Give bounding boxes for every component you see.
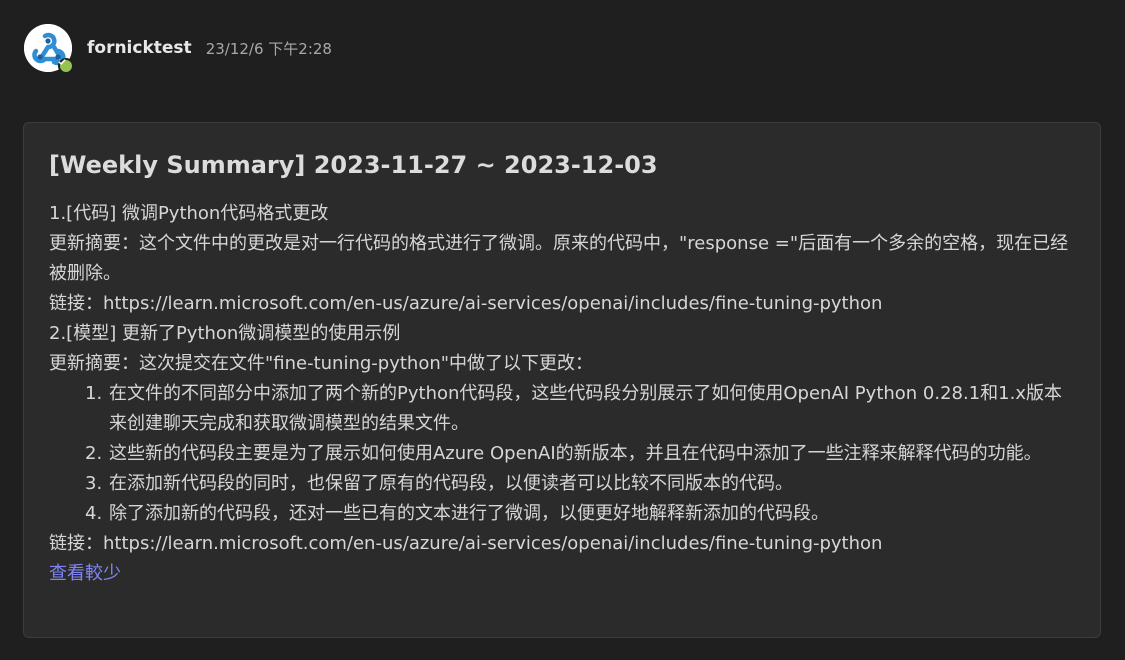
- card-title: [Weekly Summary] 2023-11-27 ~ 2023-12-03: [49, 151, 658, 179]
- change-text: 在添加新代码段的同时，也保留了原有的代码段，以便读者可以比较不同版本的代码。: [109, 473, 793, 494]
- item2-summary: 更新摘要：这次提交在文件"fine-tuning-python"中做了以下更改：: [49, 353, 594, 374]
- change-text: 这些新的代码段主要是为了展示如何使用Azure OpenAI的新版本，并且在代码…: [109, 443, 1042, 464]
- sender-name[interactable]: fornicktest: [87, 38, 192, 58]
- change-list-item: 3. 在添加新代码段的同时，也保留了原有的代码段，以便读者可以比较不同版本的代码…: [85, 469, 1079, 499]
- message-timestamp: 23/12/6 下午2:28: [205, 39, 332, 58]
- presence-badge: [58, 58, 74, 74]
- change-list: 1. 在文件的不同部分中添加了两个新的Python代码段，这些代码段分别展示了如…: [49, 379, 1079, 529]
- item1-link[interactable]: 链接：https://learn.microsoft.com/en-us/azu…: [49, 289, 1079, 319]
- see-less-link[interactable]: 查看較少: [49, 559, 1079, 589]
- message-card: [Weekly Summary] 2023-11-27 ~ 2023-12-03…: [23, 122, 1101, 638]
- available-check-icon: [58, 59, 72, 72]
- card-body: 1.[代码] 微调Python代码格式更改 更新摘要：这个文件中的更改是对一行代…: [49, 199, 1079, 589]
- change-number: 3.: [85, 473, 103, 494]
- change-text: 在文件的不同部分中添加了两个新的Python代码段，这些代码段分别展示了如何使用…: [109, 383, 1063, 434]
- change-number: 4.: [85, 503, 103, 524]
- message-header: fornicktest 23/12/6 下午2:28: [24, 24, 1104, 74]
- change-number: 1.: [85, 383, 103, 404]
- change-text: 除了添加新的代码段，还对一些已有的文本进行了微调，以便更好地解释新添加的代码段。: [109, 503, 829, 524]
- change-list-item: 4. 除了添加新的代码段，还对一些已有的文本进行了微调，以便更好地解释新添加的代…: [85, 499, 1079, 529]
- change-number: 2.: [85, 443, 103, 464]
- item1-summary: 更新摘要：这个文件中的更改是对一行代码的格式进行了微调。原来的代码中，"resp…: [49, 233, 1069, 284]
- item2-link[interactable]: 链接：https://learn.microsoft.com/en-us/azu…: [49, 529, 1079, 559]
- sender-avatar[interactable]: [24, 24, 74, 74]
- change-list-item: 2. 这些新的代码段主要是为了展示如何使用Azure OpenAI的新版本，并且…: [85, 439, 1079, 469]
- item2-heading: 2.[模型] 更新了Python微调模型的使用示例: [49, 323, 401, 344]
- change-list-item: 1. 在文件的不同部分中添加了两个新的Python代码段，这些代码段分别展示了如…: [85, 379, 1079, 439]
- item1-heading: 1.[代码] 微调Python代码格式更改: [49, 203, 329, 224]
